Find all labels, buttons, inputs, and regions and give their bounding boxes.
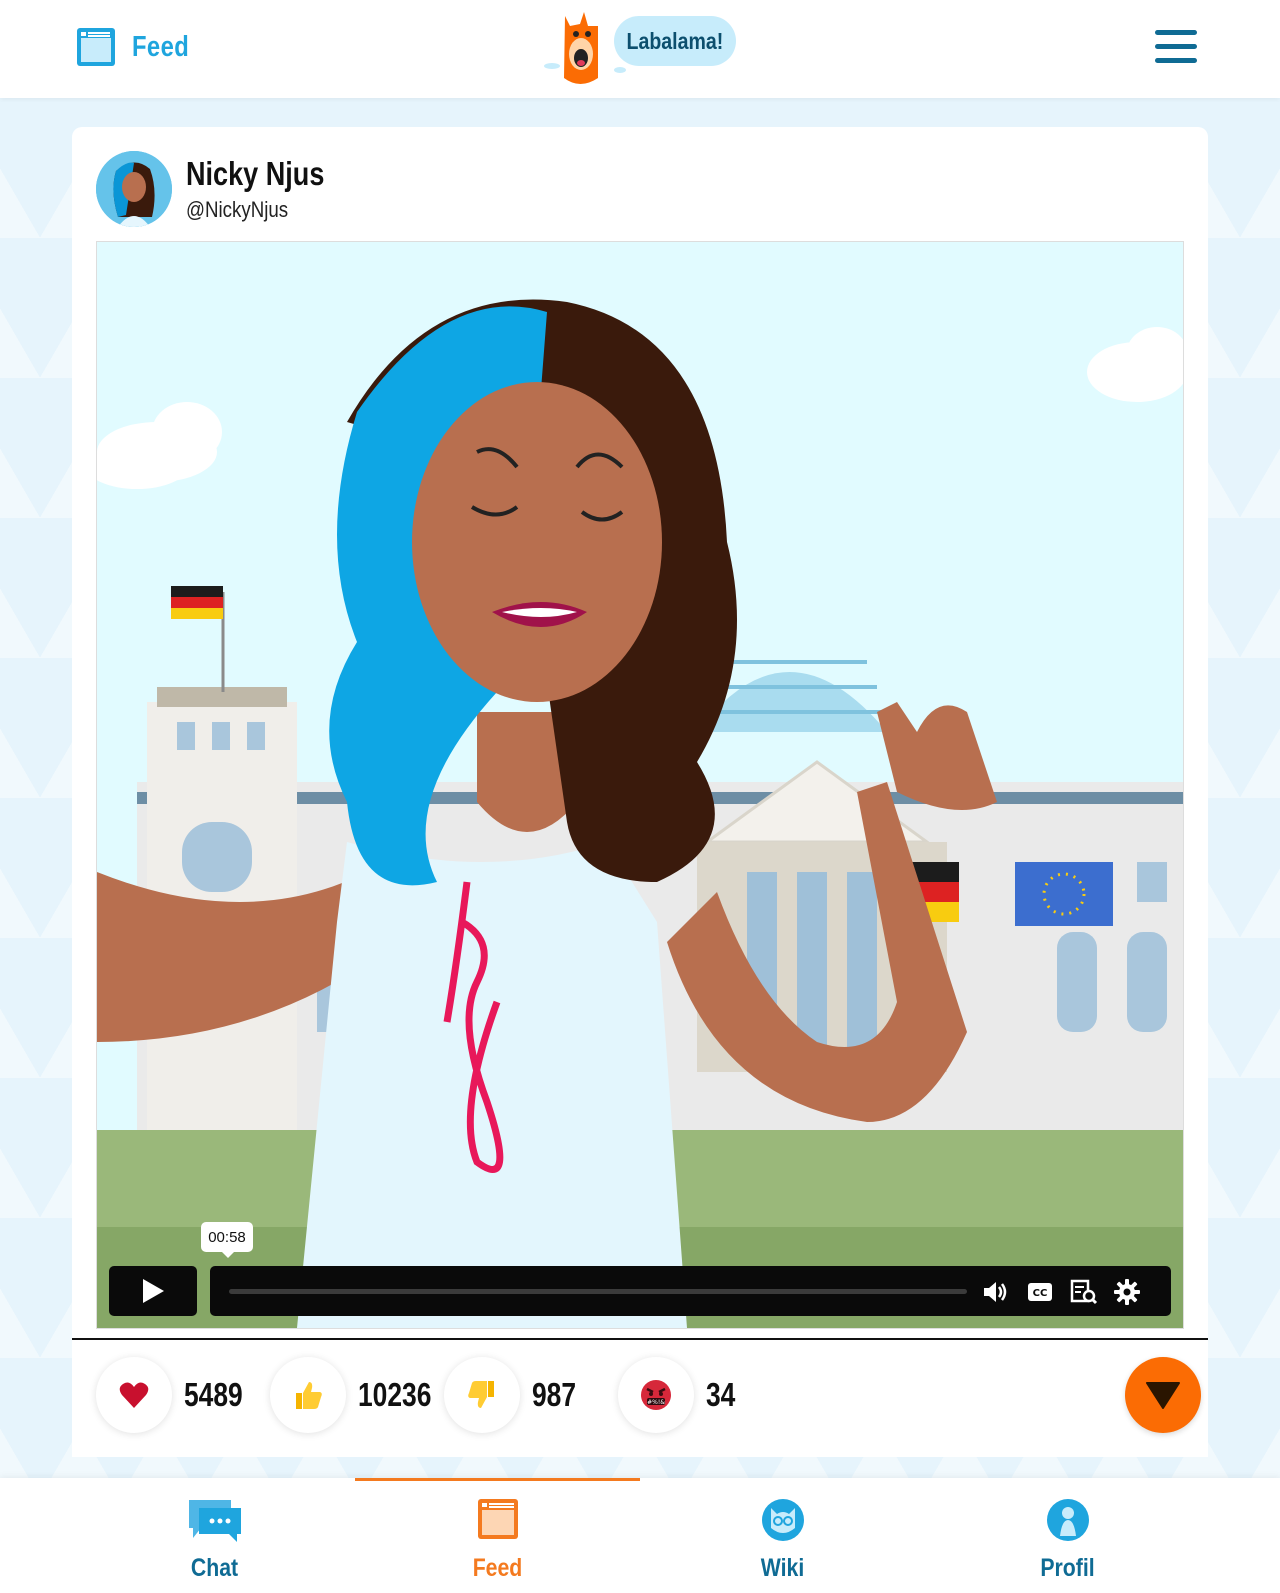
video-controls: 00:58 CC (109, 1222, 1171, 1318)
reaction-thumbs-up[interactable]: 10236 (270, 1357, 450, 1433)
reaction-heart[interactable]: 5489 (96, 1357, 257, 1433)
post-author[interactable]: Nicky Njus @NickyNjus (96, 151, 355, 227)
video-control-bar: CC (210, 1266, 1171, 1316)
nav-item-chat[interactable]: Chat (72, 1478, 357, 1593)
nav-label-profil: Profil (1040, 1554, 1095, 1582)
nav-item-wiki[interactable]: Wiki (640, 1478, 925, 1593)
time-tooltip: 00:58 (201, 1222, 253, 1258)
triangle-down-icon (1146, 1382, 1180, 1409)
svg-text:#%!&: #%!& (647, 1399, 665, 1406)
post-card: Nicky Njus @NickyNjus 00:58 CC 5489 1023… (72, 127, 1208, 1457)
heart-count: 5489 (184, 1376, 243, 1413)
video-player[interactable]: 00:58 CC (96, 241, 1184, 1329)
active-tab-indicator (355, 1478, 640, 1481)
reaction-thumbs-down[interactable]: 987 (444, 1357, 587, 1433)
nav-item-profil[interactable]: Profil (925, 1478, 1210, 1593)
feed-icon (77, 28, 115, 66)
logo-text: Labalama! (626, 27, 724, 54)
angry-count: 34 (706, 1376, 736, 1413)
section-header: Feed (76, 27, 202, 67)
video-frame-illustration (97, 242, 1183, 1328)
svg-text:CC: CC (1033, 1288, 1048, 1299)
author-handle: @NickyNjus (186, 197, 289, 222)
author-name: Nicky Njus (186, 155, 325, 192)
reaction-angry[interactable]: #%!& 34 (618, 1357, 743, 1433)
labalama-logo[interactable]: Labalama! (540, 8, 750, 94)
collapse-button[interactable] (1125, 1357, 1201, 1433)
feed-icon (477, 1499, 518, 1539)
chat-icon (188, 1500, 241, 1542)
avatar (96, 151, 172, 227)
play-icon (143, 1279, 164, 1303)
menu-icon (1155, 30, 1197, 35)
nav-label-feed: Feed (472, 1554, 523, 1582)
play-button[interactable] (109, 1266, 197, 1316)
hamburger-menu-button[interactable] (1155, 30, 1197, 64)
avatar-illustration (96, 151, 172, 227)
nav-label-chat: Chat (190, 1554, 239, 1582)
progress-bar[interactable] (229, 1289, 967, 1294)
top-bar: Feed Labalama! (0, 0, 1280, 98)
thumbs-down-icon (468, 1381, 494, 1408)
section-title: Feed (132, 30, 190, 63)
thumbs-up-count: 10236 (358, 1376, 432, 1413)
closed-captions-icon[interactable]: CC (1026, 1278, 1054, 1306)
settings-gear-icon[interactable] (1113, 1278, 1141, 1306)
wiki-owl-icon (761, 1499, 804, 1541)
logo-speech-bubble: Labalama! (614, 16, 736, 66)
angry-face-icon: #%!& (641, 1380, 671, 1410)
heart-icon (119, 1382, 149, 1408)
volume-icon[interactable] (982, 1278, 1010, 1306)
bottom-navigation: Chat Feed Wiki Profil (0, 1478, 1280, 1593)
transcript-search-icon[interactable] (1070, 1278, 1098, 1306)
nav-item-feed[interactable]: Feed (355, 1478, 640, 1593)
thumbs-up-icon (296, 1382, 322, 1409)
nav-label-wiki: Wiki (760, 1554, 805, 1582)
profile-icon (1046, 1499, 1089, 1541)
thumbs-down-count: 987 (532, 1376, 577, 1413)
reactions-divider (72, 1338, 1208, 1340)
